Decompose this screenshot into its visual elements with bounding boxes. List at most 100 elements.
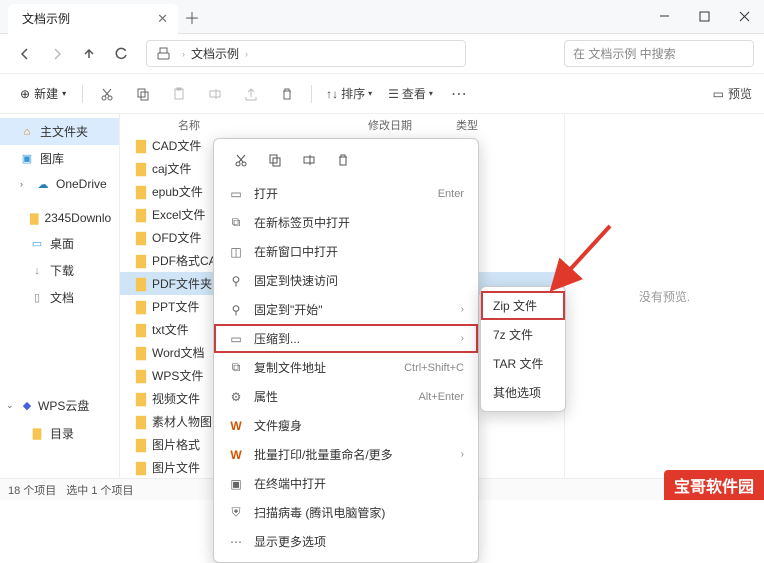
file-name: 素材人物图 [152, 413, 212, 430]
chevron-down-icon: ▾ [429, 89, 433, 98]
sidebar-item-onedrive[interactable]: ›☁OneDrive [0, 172, 119, 196]
sidebar-item-documents[interactable]: ▯ 文档 [0, 284, 119, 311]
file-name: 图片文件 [152, 459, 200, 476]
refresh-button[interactable] [106, 39, 136, 69]
rename-button[interactable] [199, 79, 231, 109]
submenu-item[interactable]: 7z 文件 [481, 320, 565, 349]
sidebar-item-downloads-folder[interactable]: ▇2345Downlo [0, 206, 119, 230]
breadcrumb-drive-icon [157, 47, 170, 60]
preview-label: 预览 [728, 85, 752, 102]
context-menu-item[interactable]: ▭压缩到...› [214, 324, 478, 353]
arrow-left-icon [18, 47, 32, 61]
sidebar-item-home[interactable]: ⌂主文件夹 [0, 118, 119, 145]
search-input[interactable]: 在 文档示例 中搜索 [564, 40, 754, 67]
copy-button[interactable] [262, 149, 288, 171]
delete-button[interactable] [271, 79, 303, 109]
new-tab-button[interactable]: ＋ [178, 5, 206, 29]
properties-icon: ⚙ [228, 390, 244, 404]
sidebar-group-wps[interactable]: ⌄◆WPS云盘 [0, 391, 119, 420]
more-icon: ⋯ [451, 84, 467, 104]
share-button[interactable] [235, 79, 267, 109]
paste-button[interactable] [163, 79, 195, 109]
sidebar-item-label: 文档 [50, 289, 74, 306]
tab-icon: ⧉ [228, 215, 244, 230]
folder-icon: ▇ [30, 211, 38, 225]
context-menu-item[interactable]: ⋯ 显示更多选项 [214, 527, 478, 556]
forward-button[interactable] [42, 39, 72, 69]
breadcrumb[interactable]: › 文档示例 › [146, 40, 466, 67]
chevron-right-icon: › [245, 49, 248, 59]
browser-tab[interactable]: 文档示例 ✕ [8, 4, 178, 34]
more-icon: ⋯ [228, 535, 244, 549]
plus-icon: ⊕ [20, 87, 30, 101]
close-button[interactable] [724, 0, 764, 34]
maximize-icon [699, 11, 710, 22]
cut-icon [100, 87, 114, 101]
sort-dropdown[interactable]: ↑↓ 排序 ▾ [320, 81, 378, 106]
submenu-item[interactable]: Zip 文件 [481, 291, 565, 320]
folder-icon: ▇ [136, 460, 146, 476]
preview-pane: 没有预览. [564, 114, 764, 478]
new-button[interactable]: ⊕ 新建 ▾ [12, 81, 74, 106]
rename-button[interactable] [296, 149, 322, 171]
context-menu-item[interactable]: W批量打印/批量重命名/更多› [214, 440, 478, 469]
file-name: PPT文件 [152, 298, 199, 315]
sidebar-item-downloads[interactable]: ↓下载 [0, 257, 119, 284]
arrow-up-icon [82, 47, 96, 61]
context-menu-item[interactable]: ⧉复制文件地址Ctrl+Shift+C [214, 353, 478, 382]
sidebar-item-label: 目录 [50, 425, 74, 442]
up-button[interactable] [74, 39, 104, 69]
sidebar-item-desktop[interactable]: ▭桌面 [0, 230, 119, 257]
context-quick-actions [214, 145, 478, 179]
preview-toggle[interactable]: ▭ 预览 [713, 85, 752, 102]
context-menu-item[interactable]: ⧉在新标签页中打开 [214, 208, 478, 237]
cut-button[interactable] [228, 149, 254, 171]
nav-bar: › 文档示例 › 在 文档示例 中搜索 [0, 34, 764, 74]
context-menu-item[interactable]: ▣在终端中打开 [214, 469, 478, 498]
file-name: PDF文件夹 [152, 275, 212, 292]
context-menu-item[interactable]: ⚲固定到快速访问 [214, 266, 478, 295]
submenu-item[interactable]: TAR 文件 [481, 349, 565, 378]
view-dropdown[interactable]: ☰ 查看 ▾ [382, 81, 439, 106]
submenu-item[interactable]: 其他选项 [481, 378, 565, 407]
folder-icon: ▇ [136, 276, 146, 292]
more-button[interactable]: ⋯ [443, 79, 475, 109]
maximize-button[interactable] [684, 0, 724, 34]
context-menu-item[interactable]: ⛨扫描病毒 (腾讯电脑管家) [214, 498, 478, 527]
sidebar-item-gallery[interactable]: ▣图库 [0, 145, 119, 172]
folder-icon: ▇ [136, 368, 146, 384]
pin-start-icon: ⚲ [228, 303, 244, 317]
preview-empty-text: 没有预览. [639, 288, 690, 305]
chevron-down-icon: ▾ [62, 89, 66, 98]
picture-icon: ▣ [20, 152, 34, 166]
file-name: 图片格式 [152, 436, 200, 453]
delete-button[interactable] [330, 149, 356, 171]
context-menu-item[interactable]: ◫在新窗口中打开 [214, 237, 478, 266]
cut-button[interactable] [91, 79, 123, 109]
tab-close-icon[interactable]: ✕ [157, 11, 168, 27]
context-menu-label: 复制文件地址 [254, 359, 326, 376]
download-icon: ↓ [30, 264, 44, 278]
context-menu-label: 显示更多选项 [254, 533, 326, 550]
folder-icon: ▇ [136, 345, 146, 361]
sidebar-item-label: OneDrive [56, 177, 107, 191]
rename-icon [208, 87, 222, 101]
sidebar-item-catalog[interactable]: ▇目录 [0, 420, 119, 447]
separator [311, 85, 312, 103]
context-menu-item[interactable]: ⚙属性Alt+Enter [214, 382, 478, 411]
minimize-button[interactable] [644, 0, 684, 34]
context-menu-item[interactable]: ⚲固定到"开始"› [214, 295, 478, 324]
status-selected: 选中 1 个项目 [66, 482, 133, 498]
shortcut-text: Enter [438, 188, 464, 200]
sort-label: 排序 [341, 85, 365, 102]
folder-icon: ▇ [136, 230, 146, 246]
back-button[interactable] [10, 39, 40, 69]
context-menu-item[interactable]: ▭打开Enter [214, 179, 478, 208]
wps-icon: W [228, 419, 244, 433]
breadcrumb-segment[interactable]: 文档示例 [191, 45, 239, 62]
context-menu-label: 打开 [254, 185, 278, 202]
context-menu-item[interactable]: W文件瘦身 [214, 411, 478, 440]
document-icon: ▯ [30, 291, 44, 305]
folder-icon: ▇ [136, 299, 146, 315]
copy-button[interactable] [127, 79, 159, 109]
